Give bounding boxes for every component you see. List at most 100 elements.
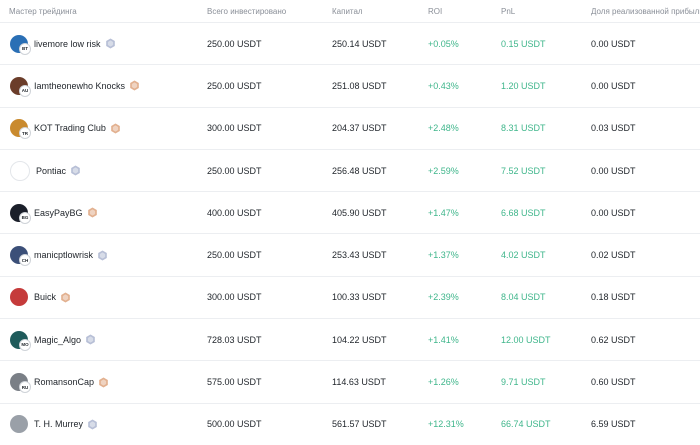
invested-cell: 500.00 USDT	[207, 419, 262, 430]
pnl-cell: 7.52 USDT	[501, 165, 546, 176]
avatar[interactable]: TR	[10, 119, 31, 140]
avatar-initials: TR	[19, 127, 31, 140]
trader-name[interactable]: manicptlowrisk	[34, 250, 93, 260]
trader-name[interactable]: EasyPayBG	[34, 208, 83, 218]
column-header-trader[interactable]: Мастер трейдинга	[0, 7, 207, 16]
table-row[interactable]: CH manicptlowrisk 250.00 USDT 253.43 USD…	[0, 233, 700, 275]
table-row[interactable]: BT livemore low risk 250.00 USDT 250.14 …	[0, 22, 700, 64]
avatar[interactable]: BT	[10, 34, 31, 55]
trader-name[interactable]: Iamtheonewho Knocks	[34, 81, 125, 91]
avatar-initials: CH	[19, 254, 31, 267]
roi-cell: +1.26%	[428, 377, 459, 388]
avatar[interactable]: BG	[10, 203, 31, 224]
pnl-cell: 8.31 USDT	[501, 123, 546, 134]
avatar[interactable]: RU	[10, 373, 31, 394]
avatar[interactable]: AU	[10, 76, 31, 97]
pnl-cell: 8.04 USDT	[501, 292, 546, 303]
capital-cell: 405.90 USDT	[332, 207, 387, 218]
table-row[interactable]: AU Iamtheonewho Knocks 250.00 USDT 251.0…	[0, 64, 700, 106]
table-header: Мастер трейдинга Всего инвестировано Кап…	[0, 0, 700, 22]
column-header-realized-share[interactable]: Доля реализованной прибыли	[591, 7, 700, 16]
avatar[interactable]	[10, 288, 28, 307]
capital-cell: 204.37 USDT	[332, 123, 387, 134]
silver-badge-icon	[98, 250, 107, 261]
trader-cell[interactable]: CH manicptlowrisk	[0, 246, 207, 267]
avatar-initials: AU	[19, 84, 31, 97]
capital-cell: 104.22 USDT	[332, 334, 387, 345]
invested-cell: 728.03 USDT	[207, 334, 262, 345]
trader-name[interactable]: KOT Trading Club	[34, 123, 106, 133]
realized-share-cell: 0.00 USDT	[591, 165, 636, 176]
roi-cell: +2.39%	[428, 292, 459, 303]
trader-name[interactable]: Magic_Algo	[34, 335, 81, 345]
trader-name[interactable]: Buick	[34, 292, 56, 302]
avatar[interactable]	[10, 160, 30, 181]
trader-cell[interactable]: BG EasyPayBG	[0, 203, 207, 224]
pnl-cell: 6.68 USDT	[501, 207, 546, 218]
avatar[interactable]: MO	[10, 330, 31, 351]
trader-name[interactable]: T. H. Murrey	[34, 419, 83, 429]
capital-cell: 114.63 USDT	[332, 377, 386, 388]
avatar-initials: MO	[19, 338, 31, 351]
trader-cell[interactable]: BT livemore low risk	[0, 34, 207, 55]
trader-cell[interactable]: AU Iamtheonewho Knocks	[0, 76, 207, 97]
capital-cell: 256.48 USDT	[332, 165, 387, 176]
avatar[interactable]: CH	[10, 246, 31, 267]
silver-badge-icon	[105, 38, 115, 49]
roi-cell: +2.59%	[428, 165, 459, 176]
table-row[interactable]: BG EasyPayBG 400.00 USDT 405.90 USDT +1.…	[0, 191, 700, 233]
trader-cell[interactable]: Pontiac	[0, 160, 207, 181]
roi-cell: +1.37%	[428, 250, 459, 261]
table-row[interactable]: TR KOT Trading Club 300.00 USDT 204.37 U…	[0, 106, 700, 149]
table-row[interactable]: Pontiac 250.00 USDT 256.48 USDT +2.59% 7…	[0, 148, 700, 191]
bronze-badge-icon	[130, 80, 139, 91]
capital-cell: 250.14 USDT	[332, 38, 387, 49]
trader-name[interactable]: Pontiac	[36, 166, 66, 176]
roi-cell: +1.41%	[428, 334, 459, 345]
realized-share-cell: 0.02 USDT	[591, 250, 636, 261]
table-row[interactable]: RU RomansonCap 575.00 USDT 114.63 USDT +…	[0, 360, 700, 402]
capital-cell: 100.33 USDT	[332, 292, 387, 303]
trader-cell[interactable]: TR KOT Trading Club	[0, 119, 207, 140]
realized-share-cell: 0.00 USDT	[591, 80, 636, 91]
realized-share-cell: 0.18 USDT	[591, 292, 636, 303]
realized-share-cell: 6.59 USDT	[591, 419, 636, 430]
pnl-cell: 0.15 USDT	[501, 38, 546, 49]
trader-name[interactable]: livemore low risk	[34, 39, 101, 49]
realized-share-cell: 0.62 USDT	[591, 334, 636, 345]
column-header-roi[interactable]: ROI	[428, 7, 501, 16]
column-header-capital[interactable]: Капитал	[332, 7, 428, 16]
roi-cell: +1.47%	[428, 207, 459, 218]
invested-cell: 300.00 USDT	[207, 292, 262, 303]
column-header-invested[interactable]: Всего инвестировано	[207, 7, 332, 16]
invested-cell: 250.00 USDT	[207, 80, 262, 91]
trader-name[interactable]: RomansonCap	[34, 377, 94, 387]
table-row[interactable]: Buick 300.00 USDT 100.33 USDT +2.39% 8.0…	[0, 275, 700, 318]
trader-cell[interactable]: MO Magic_Algo	[0, 330, 207, 351]
realized-share-cell: 0.03 USDT	[591, 123, 636, 134]
roi-cell: +0.05%	[428, 38, 459, 49]
silver-badge-icon	[88, 419, 97, 430]
trader-cell[interactable]: Buick	[0, 288, 207, 307]
silver-badge-icon	[71, 165, 80, 176]
bronze-badge-icon	[99, 377, 108, 387]
pnl-cell: 4.02 USDT	[501, 250, 546, 261]
invested-cell: 400.00 USDT	[207, 207, 262, 218]
copy-trading-table: Мастер трейдинга Всего инвестировано Кап…	[0, 0, 700, 445]
avatar-initials: BG	[19, 211, 31, 224]
realized-share-cell: 0.00 USDT	[591, 207, 636, 218]
table-body: BT livemore low risk 250.00 USDT 250.14 …	[0, 22, 700, 445]
trader-cell[interactable]: RU RomansonCap	[0, 373, 207, 394]
avatar[interactable]	[10, 415, 28, 434]
invested-cell: 300.00 USDT	[207, 123, 262, 134]
avatar-initials: BT	[19, 42, 31, 55]
trader-cell[interactable]: T. H. Murrey	[0, 415, 207, 434]
roi-cell: +0.43%	[428, 80, 459, 91]
silver-badge-icon	[86, 334, 95, 345]
pnl-cell: 1.20 USDT	[501, 80, 546, 91]
bronze-badge-icon	[61, 292, 70, 303]
column-header-pnl[interactable]: PnL	[501, 7, 591, 16]
capital-cell: 251.08 USDT	[332, 80, 387, 91]
invested-cell: 575.00 USDT	[207, 377, 262, 388]
table-row[interactable]: MO Magic_Algo 728.03 USDT 104.22 USDT +1…	[0, 318, 700, 360]
